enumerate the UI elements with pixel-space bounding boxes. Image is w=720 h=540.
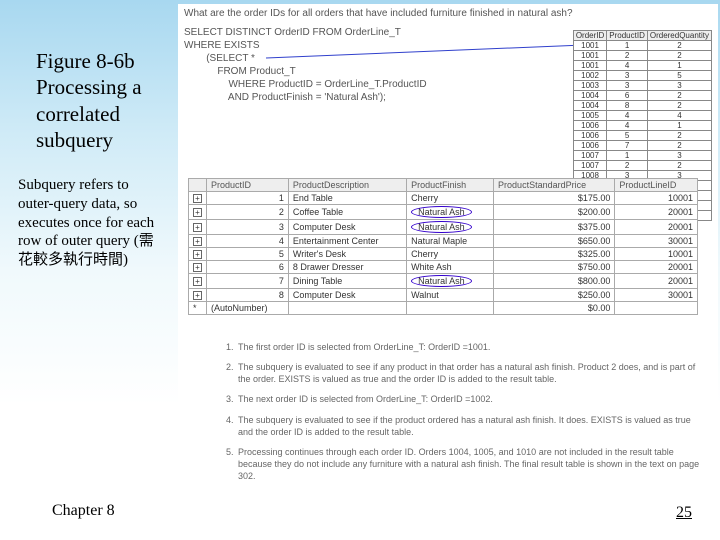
expand-icon[interactable]: + [193,263,202,272]
table-row: 100462 [573,91,711,101]
step-4: The subquery is evaluated to see if the … [236,414,704,438]
expand-icon[interactable]: + [193,250,202,259]
processing-steps: The first order ID is selected from Orde… [196,341,704,490]
table-row: +2Coffee TableNatural Ash$200.0020001 [189,205,698,220]
table-row: 100333 [573,81,711,91]
step-1: The first order ID is selected from Orde… [236,341,704,353]
table-row: +68 Drawer DresserWhite Ash$750.0020001 [189,261,698,274]
table-row: 100713 [573,151,711,161]
table-row: 100482 [573,101,711,111]
table-row: 100652 [573,131,711,141]
pt-h-finish: ProductFinish [407,179,494,192]
figure-panel: What are the order IDs for all orders th… [178,4,718,494]
page-number: 25 [676,504,692,522]
table-row: 100672 [573,141,711,151]
expand-icon[interactable]: + [193,208,202,217]
product-table: ProductID ProductDescription ProductFini… [188,178,698,315]
figure-title: Figure 8-6b Processing a correlated subq… [36,48,176,153]
rt-h-orderid: OrderID [573,31,606,41]
table-row: 100235 [573,71,711,81]
rt-h-productid: ProductID [607,31,648,41]
table-row: 100722 [573,161,711,171]
table-row: +7Dining TableNatural Ash$800.0020001 [189,274,698,289]
rt-h-qty: OrderedQuantity [647,31,711,41]
table-row: +4Entertainment CenterNatural Maple$650.… [189,235,698,248]
table-row: *(AutoNumber)$0.00 [189,302,698,315]
title-line-2: Processing a [36,75,142,99]
table-row: 100141 [573,61,711,71]
table-row: 100112 [573,41,711,51]
table-row: +5Writer's DeskCherry$325.0010001 [189,248,698,261]
expand-icon[interactable]: + [193,291,202,300]
expand-icon[interactable]: + [193,223,202,232]
title-line-3: correlated [36,102,120,126]
step-3: The next order ID is selected from Order… [236,393,704,405]
title-line-1: Figure 8-6b [36,49,135,73]
pt-h-desc: ProductDescription [288,179,406,192]
table-row: +8Computer DeskWalnut$250.0030001 [189,289,698,302]
table-row: 100544 [573,111,711,121]
pt-h-line: ProductLineID [615,179,698,192]
explanation-paragraph: Subquery refers to outer-query data, so … [18,176,168,270]
table-row: +1End TableCherry$175.0010001 [189,192,698,205]
step-5: Processing continues through each order … [236,446,704,482]
expand-icon[interactable]: + [193,277,202,286]
table-row: 100122 [573,51,711,61]
expand-icon[interactable]: + [193,237,202,246]
sql-block: SELECT DISTINCT OrderID FROM OrderLine_T… [184,26,427,104]
title-line-4: subquery [36,128,113,152]
pt-h-price: ProductStandardPrice [494,179,615,192]
figure-question: What are the order IDs for all orders th… [184,8,573,19]
table-row: +3Computer DeskNatural Ash$375.0020001 [189,220,698,235]
pt-h-id: ProductID [207,179,289,192]
expand-icon[interactable]: + [193,194,202,203]
chapter-label: Chapter 8 [52,502,115,520]
table-row: 100641 [573,121,711,131]
step-2: The subquery is evaluated to see if any … [236,361,704,385]
